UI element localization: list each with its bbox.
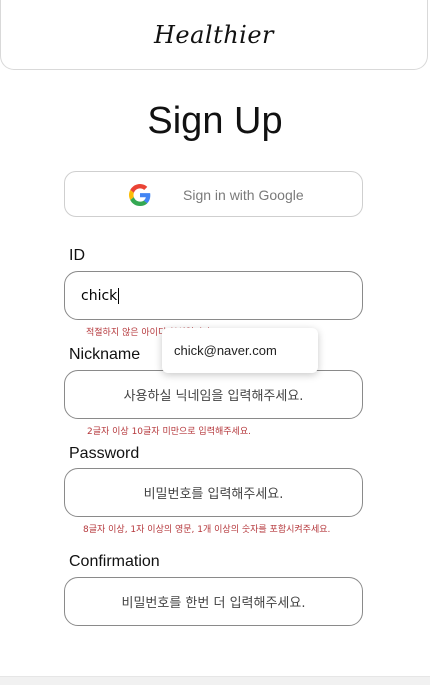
password-placeholder: 비밀번호를 입력해주세요.: [143, 487, 284, 502]
nickname-label: Nickname: [69, 346, 141, 363]
google-sign-in-button[interactable]: Sign in with Google: [64, 171, 363, 217]
confirmation-placeholder: 비밀번호를 한번 더 입력해주세요.: [121, 596, 306, 611]
text-caret: [118, 287, 120, 304]
password-helper-text: 8글자 이상, 1자 이상의 영문, 1개 이상의 숫자를 포함시켜주세요.: [83, 525, 331, 535]
confirmation-label: Confirmation: [69, 553, 160, 570]
app-logo[interactable]: Healthier: [154, 21, 274, 49]
id-input[interactable]: chick: [64, 271, 363, 320]
password-input[interactable]: 비밀번호를 입력해주세요.: [64, 468, 363, 517]
nickname-helper-text: 2글자 이상 10글자 미만으로 입력해주세요.: [87, 427, 251, 437]
google-sign-in-label: Sign in with Google: [183, 187, 304, 203]
app-header: Healthier: [0, 0, 428, 70]
id-label: ID: [69, 247, 85, 264]
autocomplete-suggestion-text: chick@naver.com: [174, 343, 277, 358]
confirmation-input[interactable]: 비밀번호를 한번 더 입력해주세요.: [64, 577, 363, 626]
page-title: Sign Up: [147, 100, 283, 142]
id-input-value: chick: [81, 287, 118, 304]
password-label: Password: [69, 445, 140, 462]
nickname-input[interactable]: 사용하실 닉네임을 입력해주세요.: [64, 370, 363, 419]
autocomplete-suggestion[interactable]: chick@naver.com: [162, 328, 318, 373]
google-icon: [129, 184, 151, 206]
nickname-placeholder: 사용하실 닉네임을 입력해주세요.: [123, 389, 304, 404]
